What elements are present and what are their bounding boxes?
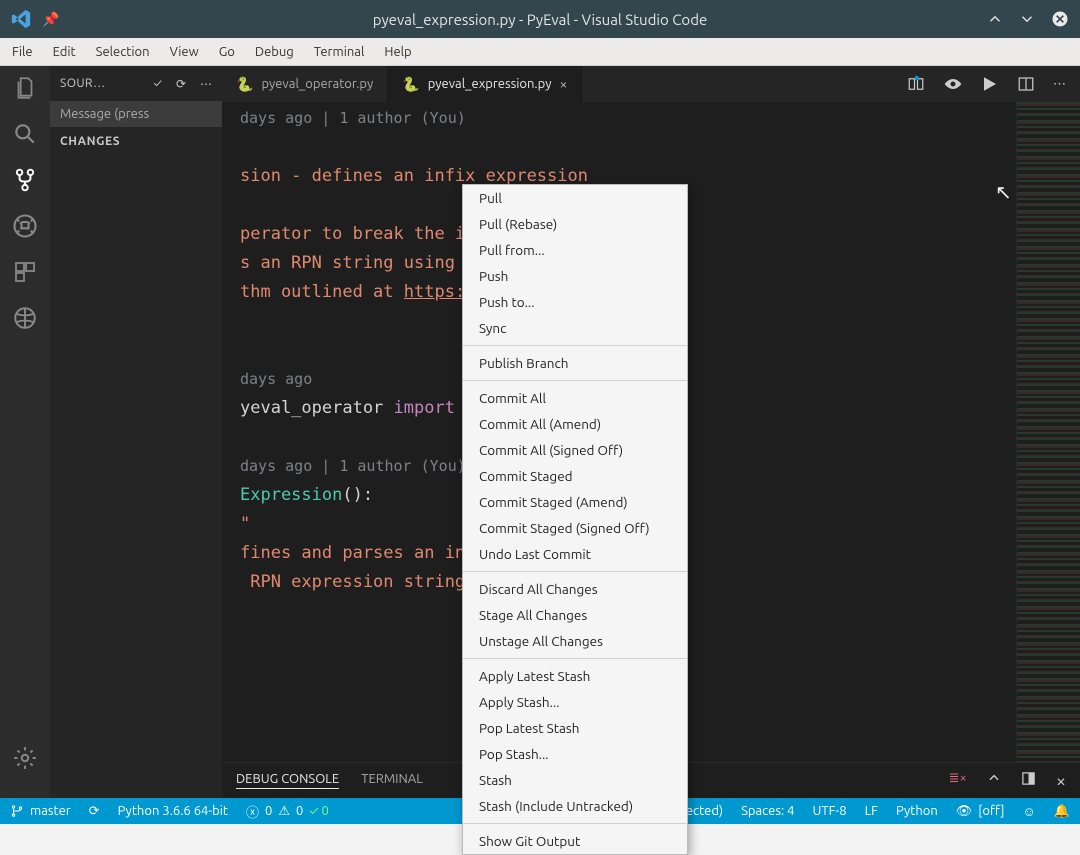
menu-item-discard-all[interactable]: Discard All Changes xyxy=(463,576,687,602)
menu-item-pull-from[interactable]: Pull from... xyxy=(463,237,687,263)
menu-item-commit-all-amend[interactable]: Commit All (Amend) xyxy=(463,411,687,437)
status-sync-icon[interactable]: ⟳ xyxy=(89,804,100,819)
menu-item-apply-latest-stash[interactable]: Apply Latest Stash xyxy=(463,663,687,689)
live-share-icon[interactable] xyxy=(11,304,39,332)
menu-item-commit-staged-amend[interactable]: Commit Staged (Amend) xyxy=(463,489,687,515)
scm-more-actions-menu: Pull Pull (Rebase) Pull from... Push Pus… xyxy=(462,184,688,855)
tab-pyeval-operator[interactable]: 🐍 pyeval_operator.py xyxy=(222,66,388,102)
more-editor-actions-icon[interactable]: ⋯ xyxy=(1053,77,1066,92)
menu-item-stash[interactable]: Stash xyxy=(463,767,687,793)
source-control-panel: SOUR… ✓ ⟳ ⋯ Message (press CHANGES xyxy=(50,66,222,798)
vscode-logo-icon xyxy=(10,8,32,30)
status-eol[interactable]: LF xyxy=(865,804,878,818)
close-tab-icon[interactable]: × xyxy=(559,76,567,92)
search-icon[interactable] xyxy=(11,120,39,148)
menu-help[interactable]: Help xyxy=(384,45,411,59)
menu-go[interactable]: Go xyxy=(219,45,235,59)
menu-item-push-to[interactable]: Push to... xyxy=(463,289,687,315)
clear-console-icon[interactable]: ≣× xyxy=(949,771,967,791)
debug-icon[interactable] xyxy=(11,212,39,240)
menu-item-pull-rebase[interactable]: Pull (Rebase) xyxy=(463,211,687,237)
files-icon[interactable] xyxy=(11,74,39,102)
menu-item-pop-stash[interactable]: Pop Stash... xyxy=(463,741,687,767)
menu-debug[interactable]: Debug xyxy=(255,45,294,59)
status-python[interactable]: Python 3.6.6 64-bit xyxy=(118,804,228,818)
panel-title: SOUR… xyxy=(60,77,105,90)
menu-item-push[interactable]: Push xyxy=(463,263,687,289)
status-branch[interactable]: master xyxy=(10,804,71,818)
window-title: pyeval_expression.py - PyEval - Visual S… xyxy=(373,11,708,28)
menu-view[interactable]: View xyxy=(170,45,199,59)
tab-label: pyeval_expression.py xyxy=(428,77,552,91)
python-file-icon: 🐍 xyxy=(402,76,419,93)
status-language[interactable]: Python xyxy=(896,804,938,818)
menu-item-pull[interactable]: Pull xyxy=(463,185,687,211)
menu-bar: File Edit Selection View Go Debug Termin… xyxy=(0,38,1080,66)
menu-item-show-git-output[interactable]: Show Git Output xyxy=(463,828,687,854)
menu-item-commit-staged[interactable]: Commit Staged xyxy=(463,463,687,489)
split-editor-icon[interactable] xyxy=(1017,75,1035,93)
toggle-diff-icon[interactable] xyxy=(907,75,925,93)
refresh-icon[interactable]: ⟳ xyxy=(176,77,186,91)
panel-up-icon[interactable] xyxy=(987,771,1001,791)
commit-message-input[interactable]: Message (press xyxy=(50,101,222,127)
source-control-icon[interactable] xyxy=(11,166,39,194)
menu-item-apply-stash[interactable]: Apply Stash... xyxy=(463,689,687,715)
notifications-icon[interactable]: 🔔 xyxy=(1054,804,1070,819)
menu-item-unstage-all[interactable]: Unstage All Changes xyxy=(463,628,687,654)
python-file-icon: 🐍 xyxy=(236,76,253,93)
commit-check-icon[interactable]: ✓ xyxy=(154,77,162,91)
panel-tab-terminal[interactable]: TERMINAL xyxy=(361,772,423,789)
git-blame-annotation: days ago | 1 author (You) xyxy=(240,457,466,475)
menu-item-stage-all[interactable]: Stage All Changes xyxy=(463,602,687,628)
status-encoding[interactable]: UTF-8 xyxy=(813,804,847,818)
menu-item-undo-last-commit[interactable]: Undo Last Commit xyxy=(463,541,687,567)
menu-item-pop-latest-stash[interactable]: Pop Latest Stash xyxy=(463,715,687,741)
editor-tabs: 🐍 pyeval_operator.py 🐍 pyeval_expression… xyxy=(222,66,1080,102)
menu-selection[interactable]: Selection xyxy=(96,45,150,59)
panel-maximize-icon[interactable] xyxy=(1021,771,1036,791)
pin-icon[interactable]: 📌 xyxy=(42,11,59,28)
status-lint[interactable]: 👁[off] xyxy=(956,804,1005,819)
menu-file[interactable]: File xyxy=(12,45,33,59)
changes-section-header[interactable]: CHANGES xyxy=(50,127,222,156)
menu-item-sync[interactable]: Sync xyxy=(463,315,687,341)
extensions-icon[interactable] xyxy=(11,258,39,286)
feedback-icon[interactable]: ☺ xyxy=(1023,804,1036,819)
activity-bar xyxy=(0,66,50,798)
menu-edit[interactable]: Edit xyxy=(53,45,76,59)
gear-icon[interactable] xyxy=(11,744,39,772)
more-actions-icon[interactable]: ⋯ xyxy=(200,77,212,91)
menu-terminal[interactable]: Terminal xyxy=(314,45,365,59)
git-blame-annotation: days ago xyxy=(240,370,312,388)
menu-item-commit-all-signed-off[interactable]: Commit All (Signed Off) xyxy=(463,437,687,463)
panel-close-icon[interactable]: × xyxy=(1056,771,1066,791)
menu-item-publish-branch[interactable]: Publish Branch xyxy=(463,350,687,376)
menu-item-commit-staged-signed-off[interactable]: Commit Staged (Signed Off) xyxy=(463,515,687,541)
status-spaces[interactable]: Spaces: 4 xyxy=(741,804,794,818)
git-blame-annotation: days ago | 1 author (You) xyxy=(240,109,466,127)
minimap[interactable] xyxy=(1016,102,1080,762)
window-close-icon[interactable] xyxy=(1050,9,1070,29)
menu-item-commit-all[interactable]: Commit All xyxy=(463,385,687,411)
window-minimize-icon[interactable] xyxy=(986,10,1004,28)
window-maximize-icon[interactable] xyxy=(1018,10,1036,28)
tab-label: pyeval_operator.py xyxy=(261,77,373,91)
menu-item-stash-include-untracked[interactable]: Stash (Include Untracked) xyxy=(463,793,687,819)
preview-icon[interactable] xyxy=(943,77,963,91)
status-problems[interactable]: ⓧ0 ⚠0 ✓ 0 xyxy=(246,802,329,821)
window-titlebar: 📌 pyeval_expression.py - PyEval - Visual… xyxy=(0,0,1080,38)
panel-tab-debug-console[interactable]: DEBUG CONSOLE xyxy=(236,772,339,789)
tab-pyeval-expression[interactable]: 🐍 pyeval_expression.py × xyxy=(388,66,582,102)
run-icon[interactable] xyxy=(981,75,999,93)
